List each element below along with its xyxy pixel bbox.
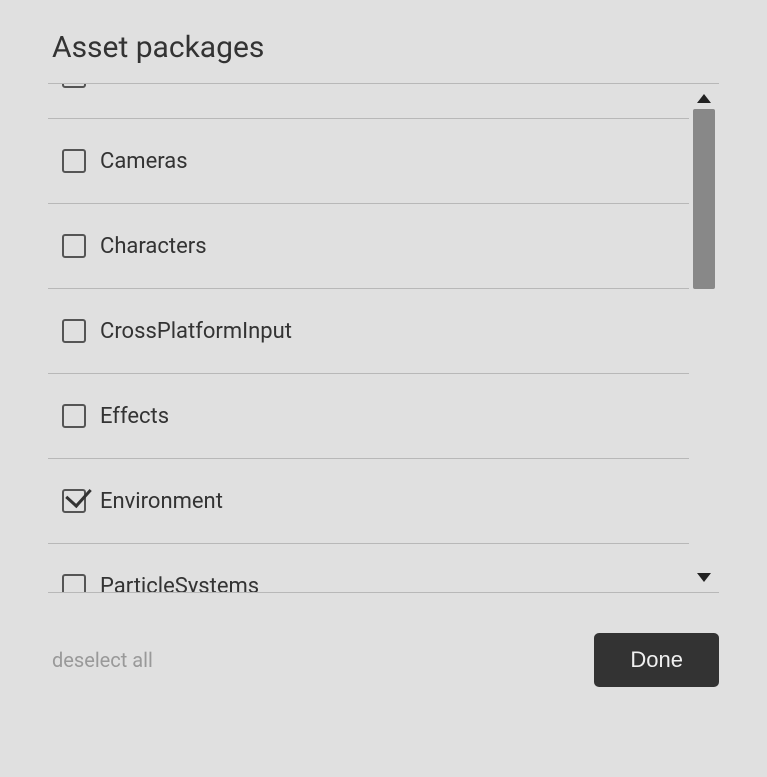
list-item[interactable]: Cameras (48, 119, 689, 204)
list-item[interactable]: Effects (48, 374, 689, 459)
done-button[interactable]: Done (594, 633, 719, 687)
list-item[interactable]: 2D (48, 84, 689, 119)
scroll-thumb[interactable] (693, 109, 715, 289)
checkbox-icon[interactable] (62, 84, 86, 88)
checkbox-icon[interactable] (62, 149, 86, 173)
scrollbar[interactable] (689, 84, 719, 592)
scroll-down-icon[interactable] (697, 573, 711, 582)
list-item[interactable]: Environment (48, 459, 689, 544)
package-list-container: 2D Cameras Characters CrossPlatformInput (48, 83, 719, 593)
checkbox-icon[interactable] (62, 404, 86, 428)
checkbox-checked-icon[interactable] (62, 489, 86, 513)
checkbox-icon[interactable] (62, 234, 86, 258)
scroll-track[interactable] (693, 109, 715, 567)
scroll-up-icon[interactable] (697, 94, 711, 103)
list-item[interactable]: ParticleSystems (48, 544, 689, 592)
deselect-all-link[interactable]: deselect all (48, 648, 153, 672)
asset-packages-dialog: Asset packages 2D Cameras Characters (20, 10, 747, 767)
dialog-footer: deselect all Done (48, 593, 719, 687)
dialog-title: Asset packages (48, 30, 719, 65)
item-label: Effects (100, 404, 169, 429)
package-list[interactable]: 2D Cameras Characters CrossPlatformInput (48, 84, 689, 592)
package-list-inner: 2D Cameras Characters CrossPlatformInput (48, 84, 689, 592)
checkbox-icon[interactable] (62, 319, 86, 343)
item-label: Characters (100, 234, 207, 259)
item-label: Environment (100, 489, 223, 514)
checkbox-icon[interactable] (62, 574, 86, 592)
list-item[interactable]: Characters (48, 204, 689, 289)
item-label: Cameras (100, 149, 188, 174)
item-label: CrossPlatformInput (100, 319, 292, 344)
list-item[interactable]: CrossPlatformInput (48, 289, 689, 374)
item-label: 2D (100, 84, 127, 89)
item-label: ParticleSystems (100, 574, 259, 593)
